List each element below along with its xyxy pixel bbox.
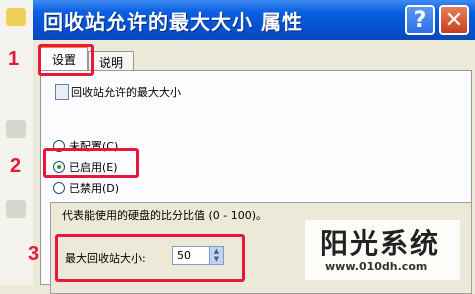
question-icon: ? (413, 7, 427, 33)
policy-icon (55, 84, 69, 100)
step-number-2: 2 (10, 155, 22, 177)
tab-description-label: 说明 (98, 56, 123, 70)
highlight-box-2 (43, 148, 139, 178)
radio-label: 已禁用(D) (69, 182, 120, 195)
watermark-brand: 阳光系统 (320, 227, 441, 260)
highlight-box-3 (55, 234, 245, 282)
close-button[interactable]: ✕ (439, 5, 469, 35)
document-icon (6, 120, 26, 138)
radio-circle[interactable] (53, 182, 65, 194)
watermark: 阳光系统 www.010dh.com (305, 220, 460, 280)
window-title: 回收站允许的最大大小 属性 (43, 10, 303, 34)
radio-disabled[interactable]: 已禁用(D) (53, 180, 119, 196)
close-icon: ✕ (444, 7, 464, 33)
highlight-box-1 (38, 44, 94, 76)
help-button[interactable]: ? (405, 5, 435, 35)
policy-title: 回收站允许的最大大小 (71, 86, 181, 99)
document-icon (6, 200, 26, 218)
watermark-url: www.010dh.com (325, 260, 428, 273)
folder-icon (6, 8, 26, 26)
policy-description: 代表能使用的硬盘的比分比值 (0 - 100)。 (62, 209, 268, 222)
step-number-3: 3 (28, 243, 40, 265)
title-bar: 回收站允许的最大大小 属性 ? ✕ (33, 0, 475, 40)
step-number-1: 1 (8, 48, 20, 70)
